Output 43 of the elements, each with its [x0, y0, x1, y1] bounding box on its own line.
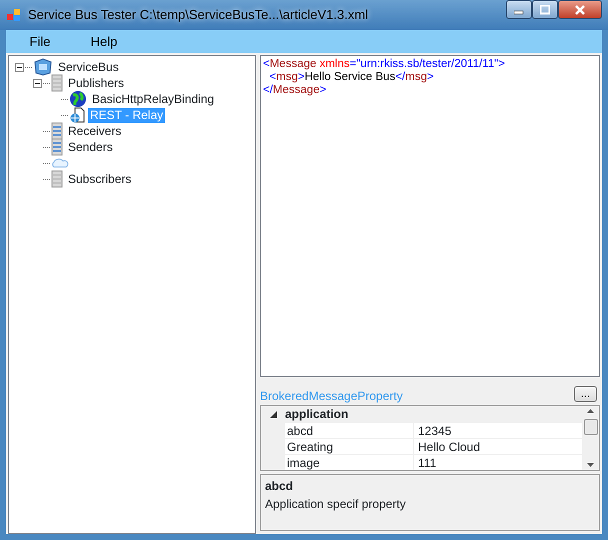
property-name[interactable]: Greating [285, 439, 413, 454]
xml-editor[interactable]: <Message xmlns="urn:rkiss.sb/tester/2011/11"> <msg>Hello Service Bus</msg> </Message> [260, 55, 600, 377]
tree-item[interactable]: BasicHttpRelayBinding [90, 92, 216, 106]
category-label: application [285, 406, 348, 422]
collapse-toggle[interactable] [15, 62, 24, 72]
globe-icon [69, 90, 87, 108]
property-value[interactable]: 111 [414, 455, 582, 470]
close-button[interactable] [558, 0, 602, 19]
server-icon [51, 74, 63, 92]
tree-item[interactable]: Receivers [66, 124, 124, 138]
code-line: <msg>Hello Service Bus</msg> [268, 71, 435, 84]
menu-item[interactable]: Help [74, 30, 134, 54]
app-icon [6, 8, 22, 22]
windows-logo-icon [33, 58, 53, 76]
maximize-button[interactable] [532, 0, 558, 19]
server-icon [51, 170, 63, 188]
window-title: Service Bus Tester C:\temp\ServiceBusTe...\articleV1.3.xml [28, 6, 368, 24]
browse-button[interactable]: ... [574, 386, 597, 402]
scroll-down-icon[interactable] [587, 463, 594, 467]
property-name[interactable]: image [285, 455, 413, 470]
maximize-icon [540, 4, 550, 14]
close-icon [575, 4, 585, 14]
collapse-toggle[interactable] [33, 78, 42, 88]
description-title: abcd [265, 478, 294, 495]
tree-item[interactable]: ServiceBus [56, 60, 121, 74]
menu-item[interactable]: File [10, 30, 70, 54]
tree-item[interactable]: Subscribers [66, 172, 134, 186]
property-grid-label: BrokeredMessageProperty [260, 388, 403, 405]
scrollbar[interactable] [582, 406, 599, 470]
code-line: </Message> [263, 84, 328, 97]
property-value[interactable]: Hello Cloud [414, 439, 582, 454]
document-icon [69, 107, 85, 123]
code-line: <Message xmlns="urn:rkiss.sb/tester/2011/11"> [263, 58, 506, 71]
description-text: Application specif property [265, 496, 407, 513]
property-name[interactable]: abcd [285, 423, 413, 438]
server-icon [51, 138, 63, 156]
minimize-button[interactable] [506, 0, 532, 19]
property-value[interactable]: 12345 [414, 423, 582, 438]
tree-item[interactable]: Senders [66, 140, 115, 154]
server-icon [51, 122, 63, 140]
scroll-up-icon[interactable] [587, 409, 594, 413]
cloud-icon [51, 158, 69, 168]
tree-item[interactable]: Publishers [66, 76, 126, 90]
